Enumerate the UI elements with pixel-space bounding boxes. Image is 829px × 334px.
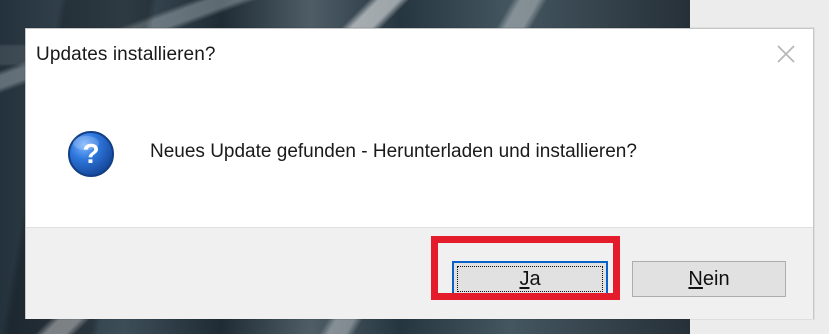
no-mnemonic: N: [688, 267, 703, 290]
svg-text:?: ?: [82, 138, 99, 169]
dialog-title: Updates installieren?: [36, 44, 216, 65]
question-icon: ?: [67, 130, 115, 178]
yes-button-label: Ja: [519, 268, 540, 291]
yes-mnemonic: J: [519, 267, 530, 290]
no-label-rest: ein: [702, 267, 730, 290]
dialog-titlebar: Updates installieren?: [26, 29, 813, 87]
close-icon: [773, 41, 799, 67]
close-button[interactable]: [773, 41, 799, 67]
yes-button[interactable]: Ja: [452, 261, 608, 297]
no-button[interactable]: Nein: [632, 261, 786, 297]
no-button-label: Nein: [688, 268, 729, 291]
dialog-footer: Ja Nein: [26, 227, 813, 319]
update-dialog: Updates installieren? ? Neues Update gef…: [25, 28, 814, 319]
yes-label-rest: a: [529, 267, 541, 290]
dialog-message: Neues Update gefunden - Herunterladen un…: [150, 141, 637, 162]
dialog-content: ? Neues Update gefunden - Herunterladen …: [26, 87, 813, 227]
